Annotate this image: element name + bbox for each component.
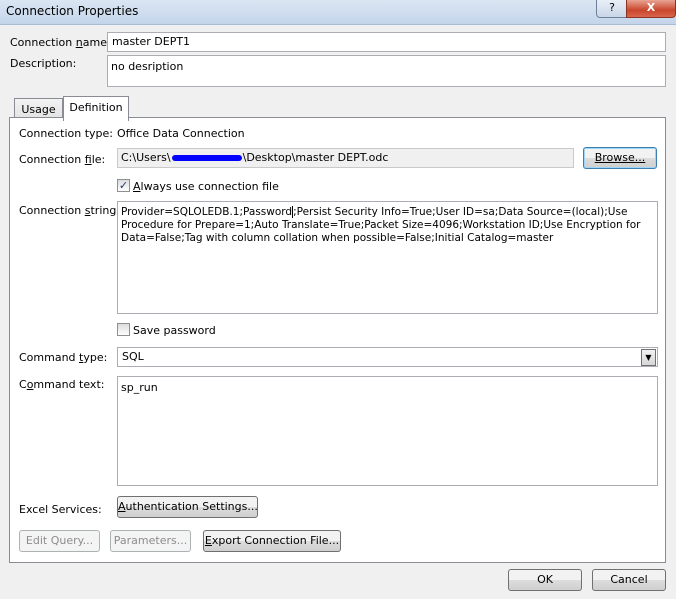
parameters-button[interactable]: Parameters... [110, 530, 191, 552]
close-icon: X [646, 1, 656, 14]
command-type-select[interactable]: SQL ▼ [117, 347, 658, 367]
connection-name-label: Connection name: [10, 36, 111, 49]
command-text-label: Command text: [19, 378, 105, 391]
export-connection-file-button[interactable]: Export Connection File... [203, 530, 341, 552]
connection-file-label: Connection file: [19, 153, 106, 166]
title-bar: Connection Properties ? X [0, 0, 676, 25]
help-icon: ? [609, 1, 615, 14]
ok-button[interactable]: OK [508, 569, 582, 591]
command-type-value: SQL [122, 350, 144, 363]
help-button[interactable]: ? [596, 0, 628, 18]
connection-string-input[interactable]: Provider=SQLOLEDB.1;Password;Persist Sec… [117, 201, 658, 314]
edit-query-button[interactable]: Edit Query... [19, 530, 100, 552]
tab-definition[interactable]: Definition [63, 96, 129, 121]
save-password-checkbox[interactable] [117, 323, 130, 336]
connection-string-label: Connection string: [19, 204, 121, 217]
save-password-label: Save password [133, 324, 216, 337]
connection-name-input[interactable]: master DEPT1 [107, 32, 666, 52]
close-button[interactable]: X [626, 0, 676, 18]
authentication-settings-button[interactable]: Authentication Settings... [117, 496, 258, 518]
always-use-file-label: Always use connection file [133, 180, 279, 193]
command-text-input[interactable]: sp_run [117, 376, 658, 486]
window-title: Connection Properties [6, 4, 139, 18]
description-label: Description: [10, 57, 77, 70]
command-type-label: Command type: [19, 351, 108, 364]
connection-type-label: Connection type: [19, 127, 114, 140]
redaction-mark [171, 155, 242, 161]
browse-button[interactable]: Browse... [583, 147, 657, 169]
excel-services-label: Excel Services: [19, 503, 102, 516]
description-input[interactable]: no desription [107, 55, 666, 87]
connection-type-value: Office Data Connection [117, 127, 245, 140]
connection-file-input[interactable]: C:\Users\ \Desktop\master DEPT.odc [117, 148, 574, 168]
definition-panel [9, 117, 666, 563]
cancel-button[interactable]: Cancel [592, 569, 666, 591]
chevron-down-icon[interactable]: ▼ [641, 349, 656, 366]
always-use-file-checkbox[interactable]: ✓ [117, 179, 130, 192]
tab-usage[interactable]: Usage [14, 98, 63, 118]
